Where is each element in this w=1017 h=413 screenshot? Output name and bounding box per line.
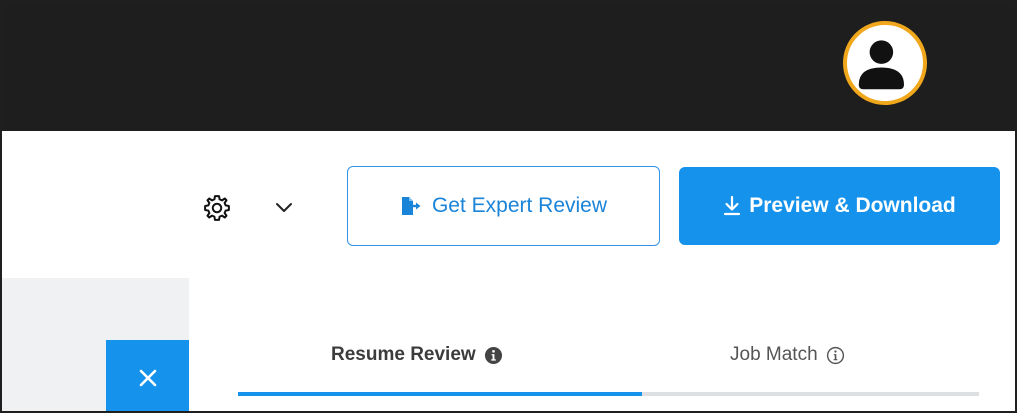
top-navigation-bar <box>2 2 1015 131</box>
info-filled-icon <box>484 346 502 364</box>
get-expert-review-button[interactable]: Get Expert Review <box>347 166 660 246</box>
download-icon <box>723 196 741 216</box>
app-frame: Get Expert Review Preview & Download Res… <box>0 0 1017 413</box>
tab-resume-review[interactable]: Resume Review <box>331 338 503 372</box>
close-panel-button[interactable] <box>106 340 189 411</box>
gear-icon[interactable] <box>202 193 232 223</box>
preview-download-label: Preview & Download <box>749 194 956 217</box>
preview-download-button[interactable]: Preview & Download <box>679 167 1000 245</box>
chevron-down-icon[interactable] <box>274 200 294 216</box>
user-avatar-button[interactable] <box>843 21 927 105</box>
file-export-icon <box>400 196 422 216</box>
info-outline-icon <box>826 346 844 364</box>
get-expert-review-label: Get Expert Review <box>431 194 608 217</box>
tab-job-match-label: Job Match <box>730 344 818 365</box>
active-tab-indicator <box>238 392 642 396</box>
tab-resume-review-label: Resume Review <box>331 344 476 365</box>
close-icon <box>139 369 156 386</box>
tab-job-match[interactable]: Job Match <box>730 338 845 372</box>
user-avatar-icon <box>858 40 904 90</box>
